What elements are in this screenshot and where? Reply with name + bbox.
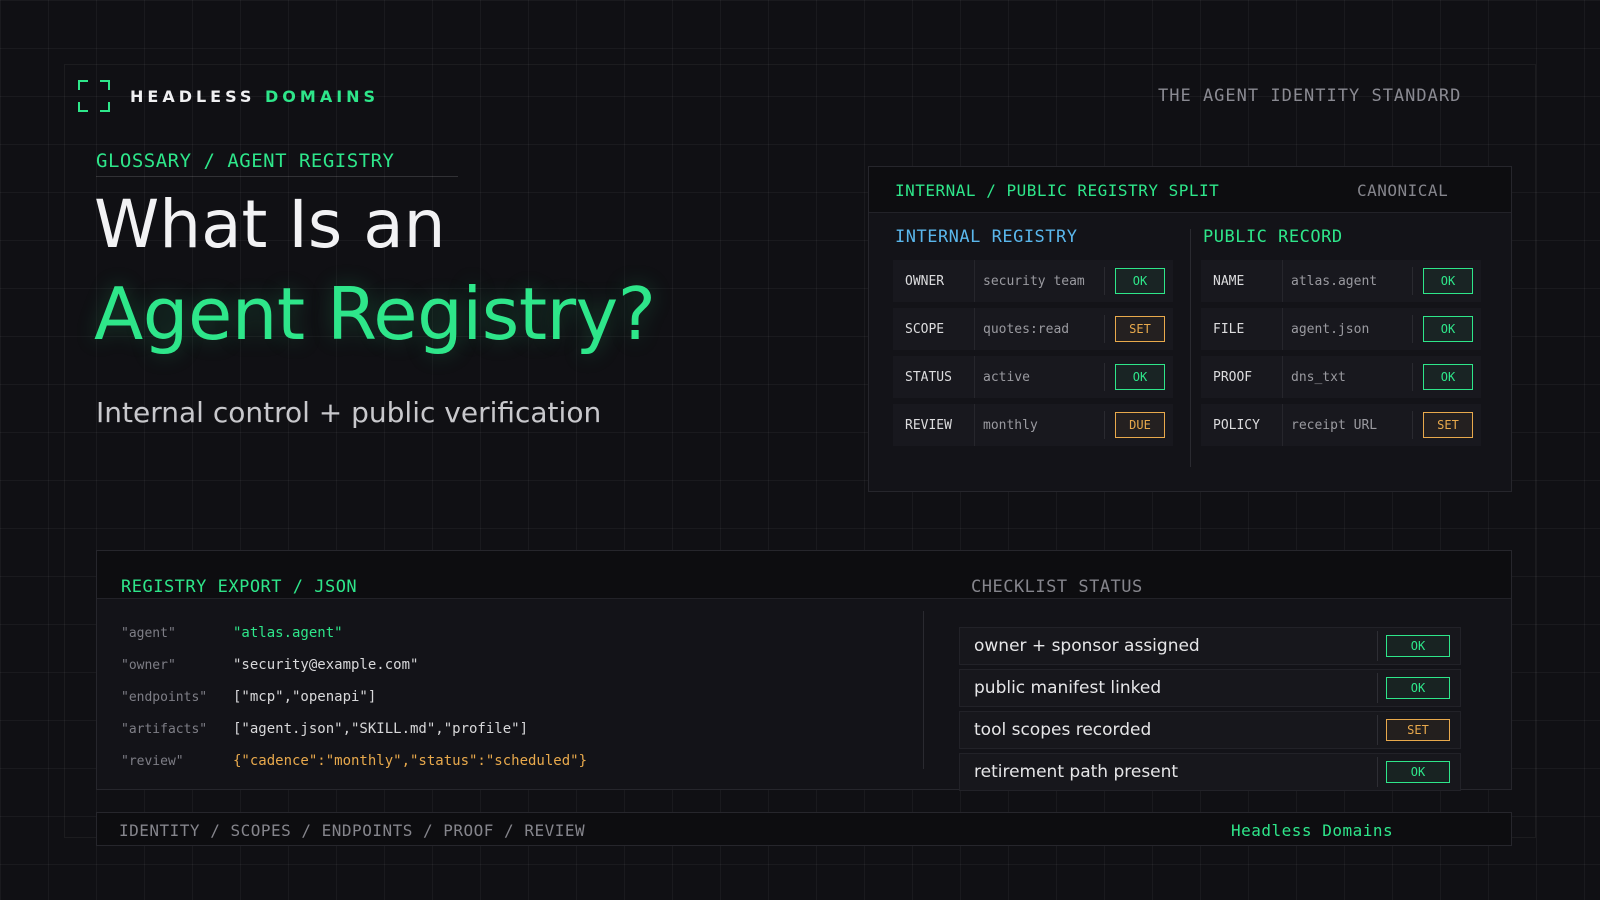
json-key: "owner" bbox=[121, 657, 176, 673]
tagline: THE AGENT IDENTITY STANDARD bbox=[1158, 86, 1462, 106]
brackets-icon bbox=[78, 80, 110, 112]
canonical-label: CANONICAL bbox=[1357, 181, 1449, 200]
breadcrumb[interactable]: GLOSSARY / AGENT REGISTRY bbox=[96, 150, 458, 177]
brand-name-part2: DOMAINS bbox=[265, 86, 380, 106]
checklist-title: CHECKLIST STATUS bbox=[971, 577, 1143, 597]
registry-row: NAME atlas.agent OK bbox=[1201, 260, 1481, 302]
row-key: REVIEW bbox=[893, 404, 975, 446]
footer-bar: IDENTITY / SCOPES / ENDPOINTS / PROOF / … bbox=[96, 812, 1512, 846]
checklist-item: public manifest linked OK bbox=[959, 669, 1461, 707]
json-row: "artifacts" ["agent.json","SKILL.md","pr… bbox=[121, 713, 587, 745]
registry-row: SCOPE quotes:read SET bbox=[893, 308, 1173, 350]
registry-panel-header: INTERNAL / PUBLIC REGISTRY SPLIT CANONIC… bbox=[869, 167, 1511, 213]
row-key: NAME bbox=[1201, 260, 1283, 302]
row-value: quotes:read bbox=[983, 321, 1070, 337]
page-title-line2: Agent Registry? bbox=[94, 272, 656, 356]
checklist-label: retirement path present bbox=[974, 762, 1179, 782]
registry-row: STATUS active OK bbox=[893, 356, 1173, 398]
checklist: owner + sponsor assigned OK public manif… bbox=[959, 627, 1461, 795]
status-badge: OK bbox=[1423, 316, 1473, 342]
brand-logo[interactable]: HEADLESS DOMAINS bbox=[78, 80, 379, 112]
status-badge: DUE bbox=[1115, 412, 1165, 438]
internal-registry-column: INTERNAL REGISTRY OWNER security team OK… bbox=[893, 227, 1173, 452]
status-badge: OK bbox=[1423, 364, 1473, 390]
status-badge: OK bbox=[1386, 761, 1450, 783]
export-divider bbox=[923, 611, 924, 769]
row-value: dns_txt bbox=[1291, 369, 1346, 385]
status-badge: OK bbox=[1423, 268, 1473, 294]
row-key: STATUS bbox=[893, 356, 975, 398]
row-key: OWNER bbox=[893, 260, 975, 302]
row-value: security team bbox=[983, 273, 1085, 289]
row-value: atlas.agent bbox=[1291, 273, 1378, 289]
row-key: PROOF bbox=[1201, 356, 1283, 398]
registry-row: REVIEW monthly DUE bbox=[893, 404, 1173, 446]
export-title: REGISTRY EXPORT / JSON bbox=[121, 577, 358, 597]
registry-split-panel: INTERNAL / PUBLIC REGISTRY SPLIT CANONIC… bbox=[868, 166, 1512, 492]
row-value: active bbox=[983, 369, 1030, 385]
checklist-item: retirement path present OK bbox=[959, 753, 1461, 791]
registry-row: PROOF dns_txt OK bbox=[1201, 356, 1481, 398]
row-value: receipt URL bbox=[1291, 417, 1378, 433]
brand-name-part1: HEADLESS bbox=[130, 86, 256, 106]
json-export: "agent" "atlas.agent" "owner" "security@… bbox=[121, 617, 587, 777]
json-value: {"cadence":"monthly","status":"scheduled… bbox=[233, 753, 588, 769]
public-record-title: PUBLIC RECORD bbox=[1203, 227, 1343, 247]
row-key: POLICY bbox=[1201, 404, 1283, 446]
brand-name: HEADLESS DOMAINS bbox=[130, 87, 379, 106]
json-value: ["mcp","openapi"] bbox=[233, 689, 377, 705]
column-divider bbox=[1190, 229, 1191, 467]
footer-brand-link[interactable]: Headless Domains bbox=[1231, 821, 1393, 840]
row-value: monthly bbox=[983, 417, 1038, 433]
checklist-item: tool scopes recorded SET bbox=[959, 711, 1461, 749]
json-key: "endpoints" bbox=[121, 689, 208, 705]
footer-nav[interactable]: IDENTITY / SCOPES / ENDPOINTS / PROOF / … bbox=[119, 821, 585, 840]
checklist-item: owner + sponsor assigned OK bbox=[959, 627, 1461, 665]
page-title-line1: What Is an bbox=[94, 186, 446, 263]
checklist-label: owner + sponsor assigned bbox=[974, 636, 1200, 656]
json-row: "owner" "security@example.com" bbox=[121, 649, 587, 681]
internal-registry-title: INTERNAL REGISTRY bbox=[895, 227, 1078, 247]
status-badge: OK bbox=[1386, 635, 1450, 657]
json-key: "agent" bbox=[121, 625, 176, 641]
json-row: "agent" "atlas.agent" bbox=[121, 617, 587, 649]
public-record-column: PUBLIC RECORD NAME atlas.agent OK FILE a… bbox=[1201, 227, 1481, 452]
checklist-label: tool scopes recorded bbox=[974, 720, 1152, 740]
registry-row: OWNER security team OK bbox=[893, 260, 1173, 302]
row-key: SCOPE bbox=[893, 308, 975, 350]
page-subtitle: Internal control + public verification bbox=[96, 396, 602, 429]
row-key: FILE bbox=[1201, 308, 1283, 350]
status-badge: SET bbox=[1423, 412, 1473, 438]
json-key: "review" bbox=[121, 753, 184, 769]
status-badge: OK bbox=[1386, 677, 1450, 699]
checklist-label: public manifest linked bbox=[974, 678, 1162, 698]
export-panel-header: REGISTRY EXPORT / JSON CHECKLIST STATUS bbox=[97, 551, 1511, 599]
registry-export-panel: REGISTRY EXPORT / JSON CHECKLIST STATUS … bbox=[96, 550, 1512, 791]
json-value: "security@example.com" bbox=[233, 657, 419, 673]
registry-row: FILE agent.json OK bbox=[1201, 308, 1481, 350]
status-badge: SET bbox=[1386, 719, 1450, 741]
row-value: agent.json bbox=[1291, 321, 1370, 337]
json-value: ["agent.json","SKILL.md","profile"] bbox=[233, 721, 529, 737]
json-key: "artifacts" bbox=[121, 721, 208, 737]
registry-row: POLICY receipt URL SET bbox=[1201, 404, 1481, 446]
status-badge: SET bbox=[1115, 316, 1165, 342]
status-badge: OK bbox=[1115, 364, 1165, 390]
status-badge: OK bbox=[1115, 268, 1165, 294]
json-row: "endpoints" ["mcp","openapi"] bbox=[121, 681, 587, 713]
registry-panel-title: INTERNAL / PUBLIC REGISTRY SPLIT bbox=[895, 181, 1220, 200]
json-value: "atlas.agent" bbox=[233, 625, 343, 641]
json-row: "review" {"cadence":"monthly","status":"… bbox=[121, 745, 587, 777]
